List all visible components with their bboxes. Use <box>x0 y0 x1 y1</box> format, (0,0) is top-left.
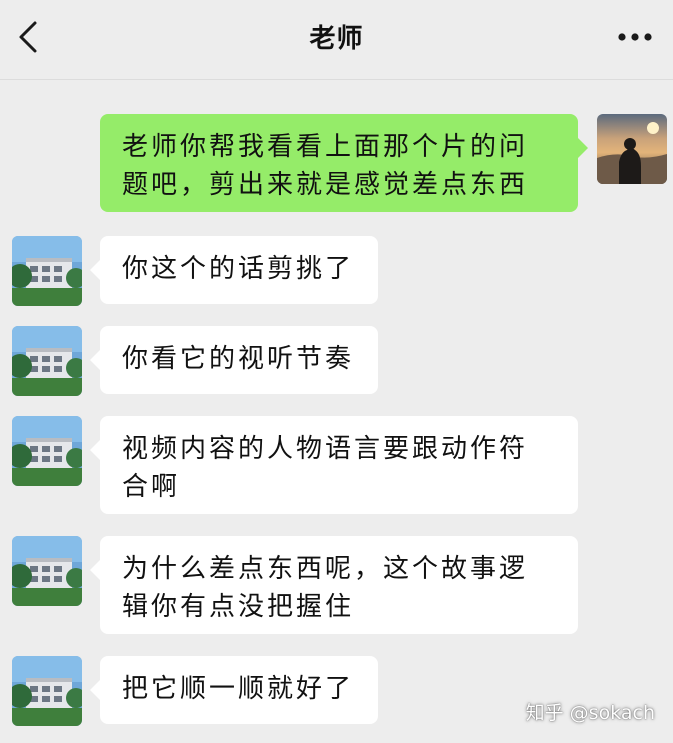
message-bubble-incoming[interactable]: 把它顺一顺就好了 <box>90 656 378 724</box>
ellipsis-icon <box>618 33 652 41</box>
top-bar: 老师 <box>0 0 673 80</box>
watermark: 知乎 @sokach <box>525 702 655 724</box>
message-text: 老师你帮我看看上面那个片的问题吧，剪出来就是感觉差点东西 <box>122 132 529 200</box>
message-text: 把它顺一顺就好了 <box>122 674 355 704</box>
user-avatar[interactable] <box>597 114 667 184</box>
teacher-avatar[interactable] <box>12 416 82 486</box>
message-bubble-incoming[interactable]: 视频内容的人物语言要跟动作符合啊 <box>90 416 578 514</box>
message-text: 你这个的话剪挑了 <box>122 254 355 284</box>
message-bubble-outgoing[interactable]: 老师你帮我看看上面那个片的问题吧，剪出来就是感觉差点东西 <box>100 114 588 212</box>
teacher-avatar[interactable] <box>12 536 82 606</box>
teacher-avatar[interactable] <box>12 236 82 306</box>
more-button[interactable] <box>613 22 657 52</box>
chat-title: 老师 <box>309 24 364 54</box>
message-text: 为什么差点东西呢，这个故事逻辑你有点没把握住 <box>122 554 529 622</box>
teacher-avatar[interactable] <box>12 326 82 396</box>
message-bubble-incoming[interactable]: 为什么差点东西呢，这个故事逻辑你有点没把握住 <box>90 536 578 634</box>
message-text: 视频内容的人物语言要跟动作符合啊 <box>122 434 529 502</box>
message-text: 你看它的视听节奏 <box>122 344 355 374</box>
message-bubble-incoming[interactable]: 你看它的视听节奏 <box>90 326 378 394</box>
message-bubble-incoming[interactable]: 你这个的话剪挑了 <box>90 236 378 304</box>
chat-screen: 老师 老师你帮我看看上面那个片的问题吧，剪出来就是感觉差点东西 你这个的话剪挑了… <box>0 0 673 743</box>
teacher-avatar[interactable] <box>12 656 82 726</box>
